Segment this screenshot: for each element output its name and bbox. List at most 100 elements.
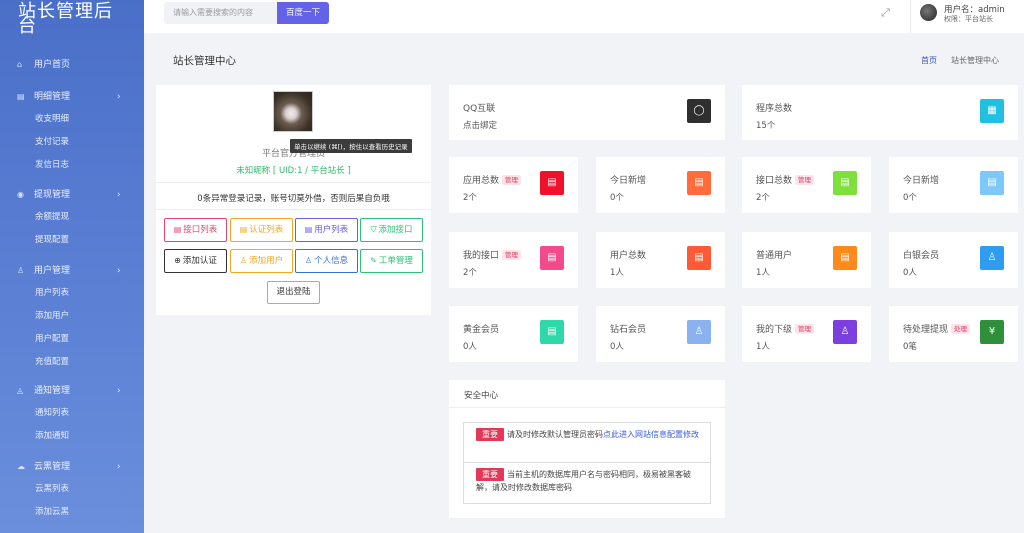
important-badge: 重要 [476, 468, 504, 481]
logout-button[interactable]: 退出登陆 [267, 281, 320, 304]
manage-badge[interactable]: 管理 [795, 175, 815, 185]
sidebar-subitem-recharge-config[interactable]: 充值配置 [0, 351, 144, 374]
sidebar-item-notify[interactable]: ◬ 通知管理 › [0, 380, 144, 402]
chevron-right-icon: › [117, 190, 121, 200]
sidebar-subitem-add-user[interactable]: 添加用户 [0, 305, 144, 328]
stat-value: 0人 [610, 342, 624, 352]
sidebar-item-label: 通知管理 [34, 386, 71, 396]
breadcrumb-current: 站长管理中心 [951, 56, 999, 65]
stat-card-users[interactable]: 用户总数 1人 ▤ [596, 232, 725, 288]
user-icon: ♙ [304, 256, 313, 265]
doc-icon: ▤ [304, 225, 313, 234]
sidebar: 站长管理后台 ⌂ 用户首页 ▤ 明细管理 › 收支明细 支付记录 发信日志 ◉ … [0, 0, 144, 533]
sidebar-subitem-add-notify[interactable]: 添加通知 [0, 425, 144, 448]
sidebar-subitem-blacklist[interactable]: 云黑列表 [0, 478, 144, 501]
ticket-manage-button[interactable]: ✎ 工单管理 [360, 249, 423, 273]
profile-image[interactable] [273, 91, 313, 132]
sidebar-subitem-income[interactable]: 收支明细 [0, 108, 144, 131]
breadcrumb-home[interactable]: 首页 [921, 55, 937, 66]
sidebar-subitem-withdraw-config[interactable]: 提现配置 [0, 229, 144, 252]
add-interface-button[interactable]: ⛉ 添加接口 [360, 218, 423, 242]
cloud-icon: ☁ [17, 462, 25, 471]
add-user-button[interactable]: ♙ 添加用户 [230, 249, 293, 273]
stat-label: 黄金会员 [463, 325, 500, 335]
process-badge[interactable]: 处理 [951, 324, 971, 334]
sidebar-item-withdraw[interactable]: ◉ 提现管理 › [0, 184, 144, 206]
sidebar-subitem-send-log[interactable]: 发信日志 [0, 154, 144, 177]
stat-value: 1人 [756, 342, 770, 352]
sidebar-item-label: 提现管理 [34, 190, 71, 200]
stat-card-interfaces[interactable]: 接口总数 管理 2个 ▤ [742, 157, 871, 213]
profile-info-button[interactable]: ♙ 个人信息 [295, 249, 358, 273]
stat-label: 程序总数 [756, 104, 793, 114]
stat-card-my-interfaces[interactable]: 我的接口 管理 2个 ▤ [449, 232, 578, 288]
site-config-link[interactable]: 点此进入网站信息配置修改 [603, 430, 699, 439]
stat-value: 0人 [903, 268, 917, 278]
sidebar-subitem-user-config[interactable]: 用户配置 [0, 328, 144, 351]
security-title: 安全中心 [464, 391, 499, 401]
sidebar-item-label: 云黑管理 [34, 462, 71, 472]
sidebar-subitem-payments[interactable]: 支付记录 [0, 131, 144, 154]
stat-card-today-new-interfaces[interactable]: 今日新增 0个 ▤ [889, 157, 1018, 213]
doc-icon: ▤ [540, 320, 564, 344]
doc-icon: ▤ [540, 171, 564, 195]
stat-card-diamond[interactable]: 钻石会员 0人 ♙ [596, 306, 725, 362]
stat-value: 0个 [610, 193, 624, 203]
add-auth-button[interactable]: ⊕ 添加认证 [164, 249, 227, 273]
fullscreen-icon[interactable]: ⤢ [881, 6, 890, 20]
stat-label: 我的下级 管理 [756, 322, 815, 335]
stat-label: QQ互联 [463, 104, 496, 114]
apps-icon: ▦ [980, 99, 1004, 123]
search-input[interactable]: 请输入需要搜索的内容 [164, 2, 278, 24]
wallet-icon: ◉ [17, 190, 24, 199]
manage-badge[interactable]: 管理 [502, 250, 522, 260]
sidebar-item-home[interactable]: ⌂ 用户首页 [0, 54, 144, 76]
bell-icon: ◬ [17, 386, 24, 395]
stat-value: 1人 [610, 268, 624, 278]
tooltip: 单击以继续 (⌘[)，按住以查看历史记录 [290, 139, 412, 153]
sidebar-item-details[interactable]: ▤ 明细管理 › [0, 86, 144, 108]
stat-card-apps[interactable]: 应用总数 管理 2个 ▤ [449, 157, 578, 213]
doc-icon: ▤ [239, 225, 248, 234]
stat-label: 接口总数 管理 [756, 173, 815, 186]
stat-card-normal-users[interactable]: 普通用户 1人 ▤ [742, 232, 871, 288]
plus-circle-icon: ⊕ [174, 256, 181, 265]
stat-label: 我的接口 管理 [463, 248, 522, 261]
stat-card-gold[interactable]: 黄金会员 0人 ▤ [449, 306, 578, 362]
stat-card-today-new[interactable]: 今日新增 0个 ▤ [596, 157, 725, 213]
stat-card-silver[interactable]: 白银会员 0人 ♙ [889, 232, 1018, 288]
doc-icon: ▤ [540, 246, 564, 270]
manage-badge[interactable]: 管理 [795, 324, 815, 334]
sidebar-subitem-balance-withdraw[interactable]: 余额提现 [0, 206, 144, 229]
chevron-right-icon: › [117, 386, 121, 396]
user-icon: ♙ [833, 320, 857, 344]
search-button[interactable]: 百度一下 [277, 2, 329, 24]
chevron-right-icon: › [117, 92, 121, 102]
user-menu[interactable]: 用户名：admin 权限：平台站长 [910, 0, 1024, 33]
stat-card-pending-withdraw[interactable]: 待处理提现 处理 0笔 ¥ [889, 306, 1018, 362]
user-icon: ♙ [17, 266, 25, 275]
doc-icon: ▤ [687, 171, 711, 195]
sidebar-item-blacklist[interactable]: ☁ 云黑管理 › [0, 456, 144, 478]
stat-label: 待处理提现 处理 [903, 322, 971, 335]
sidebar-subitem-add-blacklist[interactable]: 添加云黑 [0, 501, 144, 524]
stat-value: 2个 [756, 193, 770, 203]
sidebar-item-label: 用户管理 [34, 266, 71, 276]
important-badge: 重要 [476, 428, 504, 441]
user-list-button[interactable]: ▤ 用户列表 [295, 218, 358, 242]
interface-list-button[interactable]: ▤ 接口列表 [164, 218, 227, 242]
sidebar-item-users[interactable]: ♙ 用户管理 › [0, 260, 144, 282]
doc-icon: ▤ [173, 225, 182, 234]
stat-card-subordinates[interactable]: 我的下级 管理 1人 ♙ [742, 306, 871, 362]
doc-icon: ▤ [980, 171, 1004, 195]
qq-icon: ◯ [687, 99, 711, 123]
auth-list-button[interactable]: ▤ 认证列表 [230, 218, 293, 242]
stat-card-qq[interactable]: QQ互联 点击绑定 ◯ [449, 85, 725, 140]
sidebar-subitem-user-list[interactable]: 用户列表 [0, 282, 144, 305]
sidebar-subitem-notify-list[interactable]: 通知列表 [0, 402, 144, 425]
stat-label: 普通用户 [756, 251, 793, 261]
page-title: 站长管理中心 [173, 55, 236, 67]
stat-value[interactable]: 点击绑定 [463, 119, 497, 131]
stat-card-programs[interactable]: 程序总数 15个 ▦ [742, 85, 1018, 140]
manage-badge[interactable]: 管理 [502, 175, 522, 185]
